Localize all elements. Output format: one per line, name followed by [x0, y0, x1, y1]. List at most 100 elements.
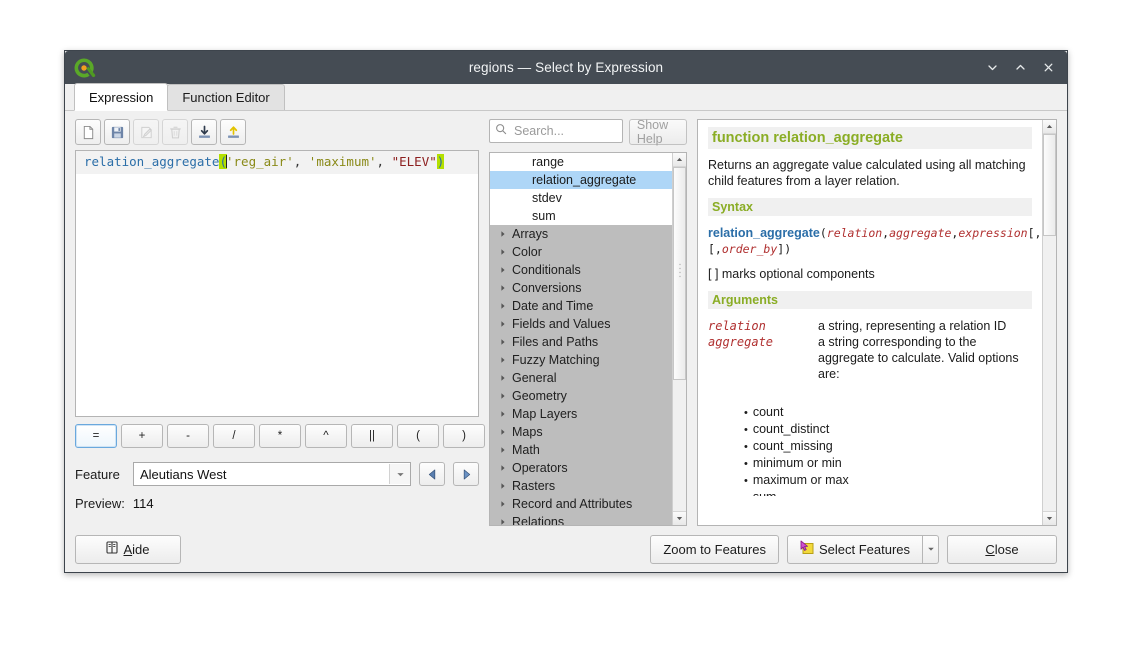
- scrollbar-track[interactable]: [673, 167, 686, 511]
- dialog-footer: Aide Zoom to Features Select Features Cl…: [65, 526, 1067, 572]
- tree-item-sum[interactable]: sum: [490, 207, 672, 225]
- expand-triangle-icon[interactable]: [496, 317, 510, 331]
- export-up-arrow-icon[interactable]: [220, 119, 246, 145]
- tree-item-relation-aggregate[interactable]: relation_aggregate: [490, 171, 672, 189]
- tree-group-map-layers[interactable]: Map Layers: [490, 405, 672, 423]
- expand-triangle-icon[interactable]: [496, 479, 510, 493]
- argument-description: a string, representing a relation ID: [818, 318, 1032, 334]
- tree-item-label: Math: [512, 443, 540, 457]
- expand-triangle-icon[interactable]: [496, 497, 510, 511]
- scroll-up-icon[interactable]: [1043, 120, 1056, 134]
- operator-button-open-paren[interactable]: (: [397, 424, 439, 448]
- tree-group-conversions[interactable]: Conversions: [490, 279, 672, 297]
- save-floppy-icon[interactable]: [104, 119, 130, 145]
- expand-triangle-icon[interactable]: [496, 335, 510, 349]
- select-features-dropdown-icon[interactable]: [923, 535, 939, 564]
- tree-item-label: Maps: [512, 425, 543, 439]
- tree-group-record-and-attributes[interactable]: Record and Attributes: [490, 495, 672, 513]
- tree-group-date-and-time[interactable]: Date and Time: [490, 297, 672, 315]
- maximize-icon[interactable]: [1007, 55, 1033, 81]
- operator-button-equals[interactable]: =: [75, 424, 117, 448]
- trash-icon: [162, 119, 188, 145]
- expand-triangle-icon[interactable]: [496, 461, 510, 475]
- tree-group-fields-and-values[interactable]: Fields and Values: [490, 315, 672, 333]
- tree-group-conditionals[interactable]: Conditionals: [490, 261, 672, 279]
- tree-item-range[interactable]: range: [490, 153, 672, 171]
- syntax-open-paren: (: [820, 226, 827, 240]
- preview-label: Preview:: [75, 496, 125, 511]
- select-features-button[interactable]: Select Features: [787, 535, 923, 564]
- expand-triangle-icon[interactable]: [496, 263, 510, 277]
- tree-item-label: Files and Paths: [512, 335, 598, 349]
- tab-function-editor-label: Function Editor: [182, 90, 269, 105]
- help-optional-note: [ ] marks optional components: [708, 266, 1032, 282]
- tree-group-general[interactable]: General: [490, 369, 672, 387]
- tree-item-label: General: [512, 371, 556, 385]
- operator-button-plus[interactable]: +: [121, 424, 163, 448]
- scrollbar-thumb[interactable]: [673, 167, 686, 380]
- expand-triangle-icon[interactable]: [496, 371, 510, 385]
- close-button-label: Close: [985, 542, 1018, 557]
- close-button[interactable]: Close: [947, 535, 1057, 564]
- scroll-up-icon[interactable]: [673, 153, 686, 167]
- expand-triangle-icon[interactable]: [496, 407, 510, 421]
- tree-group-color[interactable]: Color: [490, 243, 672, 261]
- feature-combo[interactable]: Aleutians West: [133, 462, 411, 486]
- import-down-arrow-icon[interactable]: [191, 119, 217, 145]
- new-file-icon[interactable]: [75, 119, 101, 145]
- expand-triangle-icon[interactable]: [496, 515, 510, 525]
- help-scrollbar[interactable]: [1042, 120, 1056, 525]
- scrollbar-track[interactable]: [1043, 134, 1056, 511]
- list-item: count_distinct: [744, 421, 1032, 438]
- chevron-down-icon[interactable]: [389, 464, 410, 484]
- operator-button-power[interactable]: ^: [305, 424, 347, 448]
- tree-group-operators[interactable]: Operators: [490, 459, 672, 477]
- expand-triangle-icon[interactable]: [496, 281, 510, 295]
- function-tree-scrollbar[interactable]: [672, 153, 686, 525]
- minimize-icon[interactable]: [979, 55, 1005, 81]
- expand-triangle-icon[interactable]: [496, 353, 510, 367]
- expand-triangle-icon[interactable]: [496, 245, 510, 259]
- operator-button-minus[interactable]: -: [167, 424, 209, 448]
- expand-triangle-icon[interactable]: [496, 425, 510, 439]
- expression-close-paren: ): [437, 154, 445, 169]
- search-box[interactable]: [489, 119, 623, 143]
- expand-triangle-icon[interactable]: [496, 389, 510, 403]
- scroll-down-icon[interactable]: [673, 511, 686, 525]
- operator-button-multiply[interactable]: *: [259, 424, 301, 448]
- show-help-button[interactable]: Show Help: [629, 119, 687, 145]
- tab-expression[interactable]: Expression: [74, 83, 168, 111]
- scrollbar-thumb[interactable]: [1043, 134, 1056, 236]
- tree-group-rasters[interactable]: Rasters: [490, 477, 672, 495]
- operator-buttons: = + - / * ^ || ( ) '\n': [75, 424, 479, 448]
- expression-editor[interactable]: relation_aggregate('reg_air', 'maximum',…: [75, 150, 479, 417]
- previous-feature-icon[interactable]: [419, 462, 445, 486]
- tree-group-files-and-paths[interactable]: Files and Paths: [490, 333, 672, 351]
- zoom-to-features-button[interactable]: Zoom to Features: [650, 535, 779, 564]
- tree-group-maps[interactable]: Maps: [490, 423, 672, 441]
- function-list-pane: Show Help range relation_aggregate stdev…: [489, 119, 687, 526]
- close-accel-char: C: [985, 542, 994, 557]
- tree-item-label: Date and Time: [512, 299, 593, 313]
- close-icon[interactable]: [1035, 55, 1061, 81]
- tree-group-fuzzy-matching[interactable]: Fuzzy Matching: [490, 351, 672, 369]
- operator-button-divide[interactable]: /: [213, 424, 255, 448]
- tree-group-geometry[interactable]: Geometry: [490, 387, 672, 405]
- help-button[interactable]: Aide: [75, 535, 181, 564]
- next-feature-icon[interactable]: [453, 462, 479, 486]
- argument-name: aggregate: [708, 334, 818, 382]
- tree-group-arrays[interactable]: Arrays: [490, 225, 672, 243]
- expand-triangle-icon[interactable]: [496, 227, 510, 241]
- tab-function-editor[interactable]: Function Editor: [167, 84, 284, 110]
- tree-group-math[interactable]: Math: [490, 441, 672, 459]
- expand-triangle-icon[interactable]: [496, 443, 510, 457]
- expand-triangle-icon[interactable]: [496, 299, 510, 313]
- tree-item-stdev[interactable]: stdev: [490, 189, 672, 207]
- function-tree[interactable]: range relation_aggregate stdev sum Array…: [489, 152, 687, 526]
- operator-button-concat[interactable]: ||: [351, 424, 393, 448]
- tab-expression-label: Expression: [89, 90, 153, 105]
- tree-group-relations[interactable]: Relations: [490, 513, 672, 525]
- operator-button-close-paren[interactable]: ): [443, 424, 485, 448]
- scroll-down-icon[interactable]: [1043, 511, 1056, 525]
- search-input[interactable]: [512, 123, 622, 139]
